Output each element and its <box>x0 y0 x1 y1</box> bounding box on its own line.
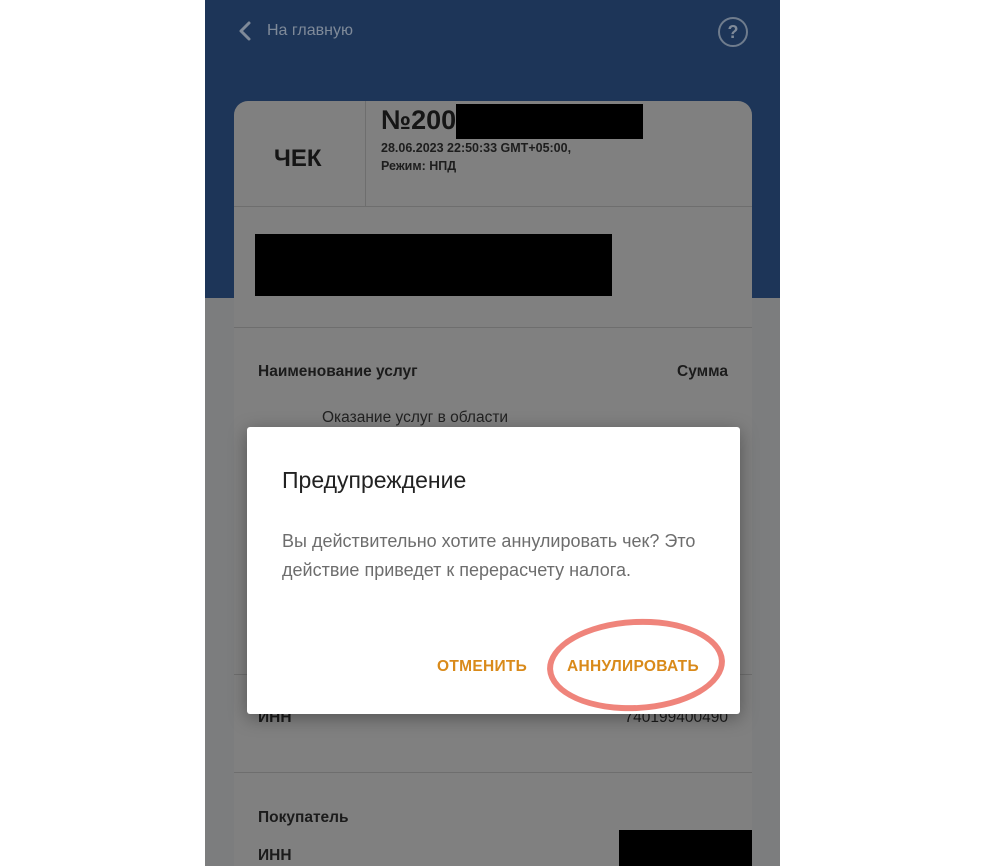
receipt-title: ЧЕК <box>274 145 322 172</box>
help-icon[interactable]: ? <box>718 17 748 47</box>
buyer-label: Покупатель <box>258 809 349 826</box>
header-divider <box>365 101 366 206</box>
redaction-receipt-number <box>456 104 643 139</box>
column-header-sum: Сумма <box>677 363 728 380</box>
receipt-datetime: 28.06.2023 22:50:33 GMT+05:00, <box>381 141 572 155</box>
column-header-service: Наименование услуг <box>258 363 418 380</box>
service-description: Оказание услуг в области <box>322 409 509 426</box>
warning-dialog: Предупреждение Вы действительно хотите а… <box>247 427 740 714</box>
divider <box>234 772 752 773</box>
redaction-buyer-inn <box>619 830 752 866</box>
receipt-header: ЧЕК №200 28.06.2023 22:50:33 GMT+05:00, … <box>234 101 752 207</box>
redaction-seller-name <box>255 234 612 296</box>
chevron-left-icon[interactable] <box>235 20 257 42</box>
cancel-button[interactable]: ОТМЕНИТЬ <box>437 658 527 676</box>
annul-button[interactable]: АННУЛИРОВАТЬ <box>567 658 699 676</box>
receipt-number: №200 <box>381 105 457 135</box>
dialog-title: Предупреждение <box>282 467 467 493</box>
back-link[interactable]: На главную <box>267 22 353 40</box>
dialog-message: Вы действительно хотите аннулировать чек… <box>282 531 696 580</box>
buyer-inn-label: ИНН <box>258 847 292 864</box>
divider <box>234 327 752 328</box>
receipt-mode: Режим: НПД <box>381 159 457 173</box>
